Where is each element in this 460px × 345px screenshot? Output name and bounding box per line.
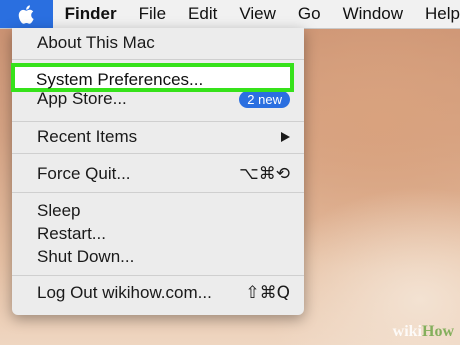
menubar-window[interactable]: Window <box>343 4 403 24</box>
menu-item-system-preferences[interactable]: System Preferences... <box>11 63 294 92</box>
menu-divider <box>12 192 304 193</box>
menubar-finder[interactable]: Finder <box>65 4 117 24</box>
menu-item-label: System Preferences... <box>36 70 204 89</box>
menu-item-restart[interactable]: Restart... <box>12 223 304 245</box>
menu-item-force-quit[interactable]: Force Quit... ⌥⌘⟲ <box>12 163 304 185</box>
update-badge: 2 new <box>239 90 290 108</box>
menu-bar: Finder File Edit View Go Window Help <box>0 0 460 29</box>
menu-divider <box>12 153 304 154</box>
menu-item-shut-down[interactable]: Shut Down... <box>12 246 304 268</box>
menu-item-sleep[interactable]: Sleep <box>12 200 304 222</box>
menu-divider <box>12 59 304 60</box>
menu-item-label: Restart... <box>37 224 106 243</box>
menu-divider <box>12 275 304 276</box>
menu-item-label: Log Out wikihow.com... <box>37 283 212 302</box>
menu-item-recent-items[interactable]: Recent Items <box>12 126 304 148</box>
menu-item-label: Force Quit... <box>37 164 131 183</box>
menubar-file[interactable]: File <box>139 4 166 24</box>
keyboard-shortcut: ⌥⌘⟲ <box>239 164 290 184</box>
menu-item-label: About This Mac <box>37 33 155 52</box>
menu-divider <box>12 121 304 122</box>
menu-item-about[interactable]: About This Mac <box>12 32 304 54</box>
menubar-help[interactable]: Help <box>425 4 460 24</box>
apple-icon <box>19 4 34 24</box>
apple-menu-button[interactable] <box>0 0 53 28</box>
menu-item-label: App Store... <box>37 89 127 108</box>
watermark-wiki: wiki <box>392 323 422 340</box>
menubar-go[interactable]: Go <box>298 4 321 24</box>
menubar-view[interactable]: View <box>239 4 276 24</box>
keyboard-shortcut: ⇧⌘Q <box>245 283 290 303</box>
menu-item-label: Recent Items <box>37 127 138 146</box>
menu-item-label: Shut Down... <box>37 247 135 266</box>
menu-item-label: Sleep <box>37 201 81 220</box>
menu-item-log-out[interactable]: Log Out wikihow.com... ⇧⌘Q <box>12 282 304 304</box>
menubar-edit[interactable]: Edit <box>188 4 217 24</box>
submenu-arrow-icon <box>281 132 290 142</box>
watermark-how: How <box>422 323 454 340</box>
wikihow-watermark: wikiHow <box>393 323 454 341</box>
